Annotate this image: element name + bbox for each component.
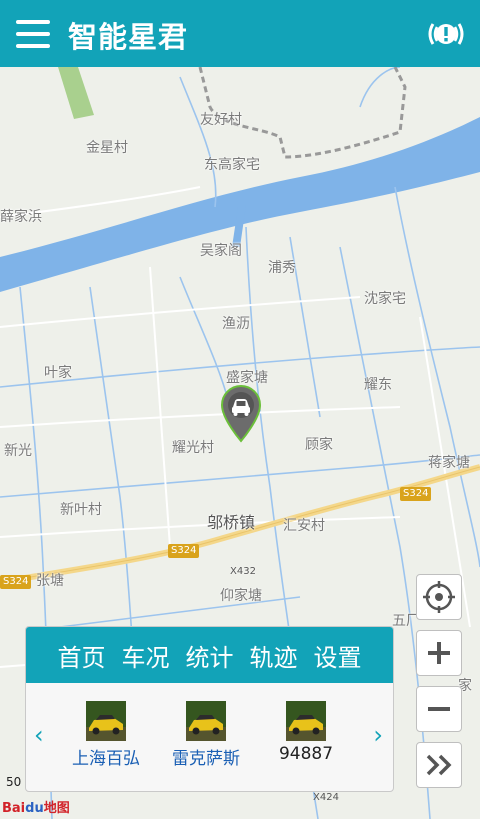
vehicle-name: 雷克萨斯 bbox=[172, 749, 240, 769]
logo-text: du bbox=[25, 801, 44, 816]
map-label: 叶家 bbox=[44, 365, 72, 381]
map-label: 耀东 bbox=[364, 377, 392, 393]
tab-home[interactable]: 首页 bbox=[58, 638, 106, 673]
tab-vehicle-status[interactable]: 车况 bbox=[122, 638, 170, 673]
map-label: 新光 bbox=[4, 443, 32, 459]
road-badge: S324 bbox=[400, 487, 432, 501]
prev-arrow-icon[interactable]: ‹ bbox=[34, 723, 44, 747]
map-label: 薛家浜 bbox=[0, 209, 42, 225]
map-label: 张塘 bbox=[36, 573, 64, 589]
next-arrow-icon[interactable]: › bbox=[373, 723, 383, 747]
vehicle-item[interactable]: 94887 bbox=[256, 701, 356, 764]
map-label: 沈家宅 bbox=[364, 291, 406, 307]
vehicle-item[interactable]: 上海百弘 bbox=[56, 701, 156, 769]
tab-settings[interactable]: 设置 bbox=[314, 638, 362, 673]
alarm-icon[interactable] bbox=[426, 16, 466, 52]
map-label: 邬桥镇 bbox=[207, 513, 256, 532]
logo-text: 地图 bbox=[43, 801, 70, 816]
zoom-in-icon[interactable] bbox=[416, 630, 462, 676]
map-label: 浦秀 bbox=[268, 260, 296, 276]
expand-double-chevron-icon[interactable] bbox=[416, 742, 462, 788]
map-label: 吴家阁 bbox=[200, 243, 242, 259]
app-title: 智能星君 bbox=[68, 20, 189, 54]
zoom-out-icon[interactable] bbox=[416, 686, 462, 732]
car-thumbnail bbox=[286, 701, 326, 741]
road-badge: S324 bbox=[168, 544, 200, 558]
map-label: 耀光村 bbox=[172, 440, 214, 456]
car-thumbnail bbox=[86, 701, 126, 741]
map-label: 金星村 bbox=[86, 140, 128, 156]
tab-track[interactable]: 轨迹 bbox=[250, 638, 298, 673]
logo-text: Bai bbox=[2, 801, 26, 816]
vehicle-name: 94887 bbox=[278, 744, 334, 764]
vehicle-carousel: ‹ 上海百弘 雷克萨斯 94887 › bbox=[26, 683, 393, 791]
top-bar: 智能星君 bbox=[0, 0, 480, 67]
map-label: 友好村 bbox=[200, 112, 242, 128]
vehicle-panel: 首页 车况 统计 轨迹 设置 ‹ 上海百弘 雷克萨斯 94887 › bbox=[25, 626, 394, 792]
locate-icon[interactable] bbox=[416, 574, 462, 620]
map-label: 东高家宅 bbox=[204, 157, 260, 173]
baidu-map-logo: Baidu地图 bbox=[2, 797, 70, 816]
map-label: 新叶村 bbox=[60, 502, 102, 518]
map-label: 汇安村 bbox=[283, 518, 325, 534]
car-thumbnail bbox=[186, 701, 226, 741]
road-badge: S324 bbox=[0, 575, 32, 589]
nav-tabs: 首页 车况 统计 轨迹 设置 bbox=[26, 627, 393, 683]
map-scale: 50 bbox=[6, 775, 22, 789]
tab-statistics[interactable]: 统计 bbox=[186, 638, 234, 673]
road-badge: X432 bbox=[230, 566, 256, 577]
map-label: 顾家 bbox=[305, 437, 333, 453]
car-location-marker[interactable] bbox=[220, 385, 262, 443]
map-label: 盛家塘 bbox=[226, 370, 268, 386]
map-label: 蒋家塘 bbox=[428, 455, 470, 471]
vehicle-item[interactable]: 雷克萨斯 bbox=[156, 701, 256, 769]
menu-icon[interactable] bbox=[16, 20, 50, 48]
map-label: 仰家塘 bbox=[220, 588, 262, 604]
road-badge: X424 bbox=[313, 792, 339, 803]
map-label: 渔沥 bbox=[222, 316, 250, 332]
vehicle-name: 上海百弘 bbox=[72, 749, 140, 769]
